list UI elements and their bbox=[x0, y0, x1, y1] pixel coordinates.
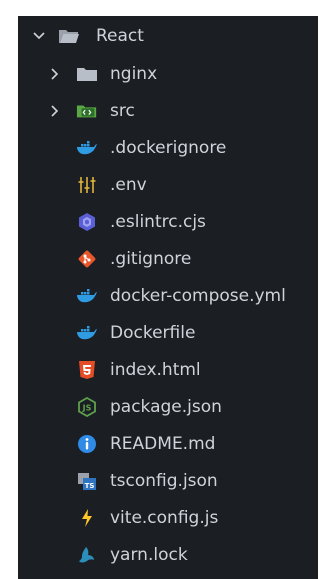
file-gitignore[interactable]: .gitignore bbox=[18, 241, 318, 277]
folder-react[interactable]: React bbox=[18, 18, 318, 54]
svg-text:JS: JS bbox=[82, 404, 92, 413]
file-label: README.md bbox=[110, 434, 216, 454]
file-dockerignore[interactable]: .dockerignore bbox=[18, 130, 318, 166]
file-label: vite.config.js bbox=[110, 508, 219, 528]
code-folder-icon bbox=[76, 100, 98, 122]
file-env[interactable]: .env bbox=[18, 167, 318, 203]
svg-text:TS: TS bbox=[85, 482, 95, 490]
folder-open-icon bbox=[58, 25, 80, 47]
file-tsconfig[interactable]: TS tsconfig.json bbox=[18, 463, 318, 499]
folder-nginx[interactable]: nginx bbox=[18, 56, 318, 92]
file-eslintrc[interactable]: .eslintrc.cjs bbox=[18, 204, 318, 240]
git-icon bbox=[76, 248, 98, 270]
file-yarn-lock[interactable]: yarn.lock bbox=[18, 537, 318, 573]
yarn-icon bbox=[76, 544, 98, 566]
folder-label: src bbox=[110, 101, 135, 121]
file-dockerfile[interactable]: Dockerfile bbox=[18, 315, 318, 351]
chevron-right-icon[interactable] bbox=[48, 104, 62, 118]
eslint-icon bbox=[76, 211, 98, 233]
folder-label: React bbox=[96, 26, 144, 46]
html5-icon bbox=[76, 359, 98, 381]
file-label: tsconfig.json bbox=[110, 471, 218, 491]
typescript-icon: TS bbox=[76, 470, 98, 492]
file-label: index.html bbox=[110, 360, 201, 380]
env-sliders-icon bbox=[76, 174, 98, 196]
file-package-json[interactable]: JS package.json bbox=[18, 389, 318, 425]
folder-icon bbox=[76, 63, 98, 85]
file-label: package.json bbox=[110, 397, 222, 417]
folder-src[interactable]: src bbox=[18, 93, 318, 129]
docker-icon bbox=[76, 285, 98, 307]
docker-icon bbox=[76, 322, 98, 344]
folder-label: nginx bbox=[110, 64, 158, 84]
nodejs-icon: JS bbox=[76, 396, 98, 418]
vite-bolt-icon bbox=[76, 507, 98, 529]
file-label: .gitignore bbox=[110, 249, 192, 269]
info-icon bbox=[76, 433, 98, 455]
file-explorer: React nginx src .dockerignore .env .esli… bbox=[18, 16, 318, 579]
file-readme[interactable]: README.md bbox=[18, 426, 318, 462]
file-label: .dockerignore bbox=[110, 138, 227, 158]
file-label: docker-compose.yml bbox=[110, 286, 286, 306]
file-index-html[interactable]: index.html bbox=[18, 352, 318, 388]
file-docker-compose[interactable]: docker-compose.yml bbox=[18, 278, 318, 314]
chevron-right-icon[interactable] bbox=[48, 67, 62, 81]
file-label: .env bbox=[110, 175, 147, 195]
file-vite-config[interactable]: vite.config.js bbox=[18, 500, 318, 536]
docker-icon bbox=[76, 137, 98, 159]
file-label: yarn.lock bbox=[110, 545, 188, 565]
file-label: .eslintrc.cjs bbox=[110, 212, 206, 232]
file-label: Dockerfile bbox=[110, 323, 196, 343]
chevron-down-icon[interactable] bbox=[32, 29, 46, 43]
